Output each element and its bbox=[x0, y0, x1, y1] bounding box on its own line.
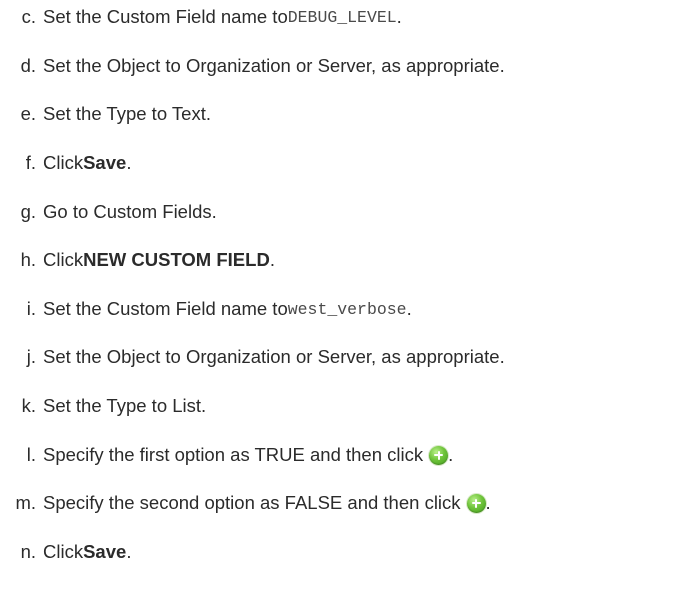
step-m: m. Specify the second option as FALSE an… bbox=[0, 488, 491, 518]
step-punct: . bbox=[485, 492, 491, 513]
step-punct: . bbox=[126, 541, 132, 562]
step-e: e. Set the Type to Text. bbox=[0, 99, 211, 129]
save-label: Save bbox=[83, 152, 127, 173]
field-name-code: DEBUG_LEVEL bbox=[287, 7, 397, 27]
step-letter: g. bbox=[20, 201, 36, 222]
step-punct: . bbox=[126, 152, 132, 173]
step-letter: e. bbox=[20, 103, 36, 124]
step-letter: f. bbox=[25, 152, 36, 173]
step-c: c. Set the Custom Field name to DEBUG_LE… bbox=[0, 2, 402, 32]
step-letter: l. bbox=[26, 444, 36, 465]
step-letter: k. bbox=[21, 395, 36, 416]
step-j: j. Set the Object to Organization or Ser… bbox=[0, 342, 505, 372]
step-k: k. Set the Type to List. bbox=[0, 391, 207, 421]
step-punct: . bbox=[269, 249, 275, 270]
step-punct: . bbox=[396, 6, 402, 27]
step-text: Click bbox=[43, 249, 84, 270]
field-name-code: west_verbose bbox=[287, 299, 407, 319]
step-letter: d. bbox=[20, 55, 36, 76]
save-label: Save bbox=[83, 541, 127, 562]
step-letter: n. bbox=[20, 541, 36, 562]
step-text: Go to Custom Fields. bbox=[43, 201, 217, 222]
step-letter: i. bbox=[26, 298, 36, 319]
step-l: l. Specify the first option as TRUE and … bbox=[0, 440, 454, 470]
step-text: Click bbox=[43, 152, 84, 173]
step-text: Click bbox=[43, 541, 84, 562]
step-f: f. Click Save . bbox=[0, 148, 132, 178]
new-custom-field-label: NEW CUSTOM FIELD bbox=[83, 249, 270, 270]
step-d: d. Set the Object to Organization or Ser… bbox=[0, 51, 505, 81]
step-h: h. Click NEW CUSTOM FIELD . bbox=[0, 245, 275, 275]
step-punct: . bbox=[448, 444, 454, 465]
step-punct: . bbox=[406, 298, 412, 319]
step-text: Set the Type to Text. bbox=[43, 103, 211, 124]
step-text: Set the Object to Organization or Server… bbox=[43, 55, 505, 76]
step-i: i. Set the Custom Field name to west_ver… bbox=[0, 294, 412, 324]
step-letter: c. bbox=[21, 6, 36, 27]
step-text: Set the Custom Field name to bbox=[43, 298, 288, 319]
step-text: Specify the second option as FALSE and t… bbox=[43, 492, 461, 513]
step-n: n. Click Save . bbox=[0, 537, 132, 567]
step-g: g. Go to Custom Fields. bbox=[0, 197, 217, 227]
step-letter: m. bbox=[15, 492, 36, 513]
step-text: Set the Custom Field name to bbox=[43, 6, 288, 27]
add-circle-icon bbox=[466, 493, 486, 513]
step-text: Set the Object to Organization or Server… bbox=[43, 346, 505, 367]
step-letter: j. bbox=[26, 346, 36, 367]
step-letter: h. bbox=[20, 249, 36, 270]
add-circle-icon bbox=[429, 445, 449, 465]
step-text: Set the Type to List. bbox=[43, 395, 207, 416]
step-text: Specify the first option as TRUE and the… bbox=[43, 444, 424, 465]
